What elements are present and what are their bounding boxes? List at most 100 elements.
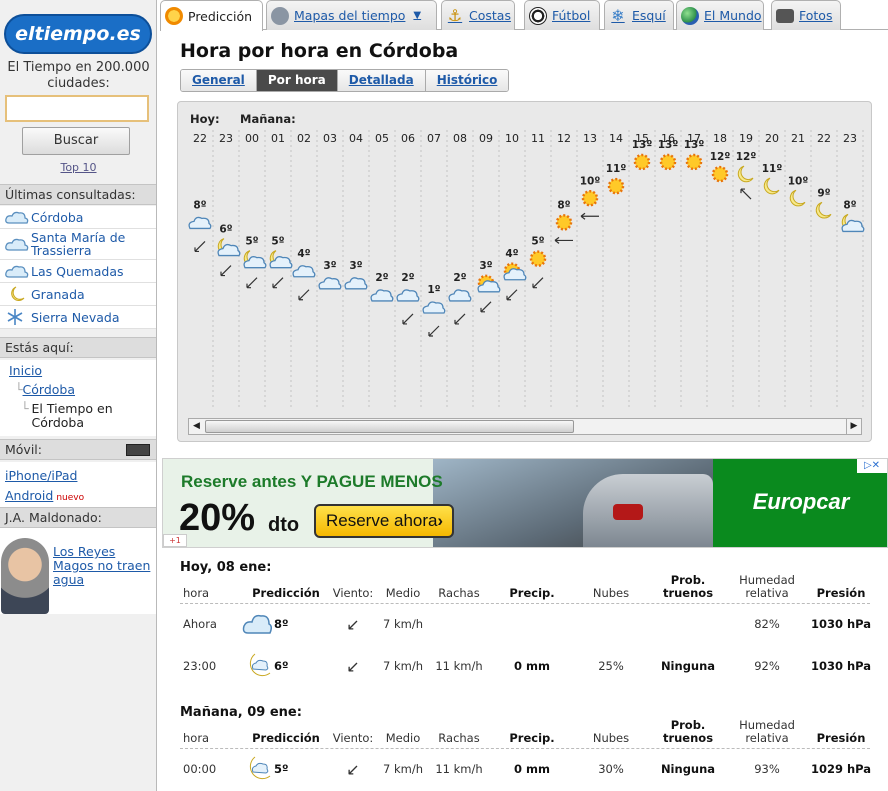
col-rachas: Rachas (438, 731, 480, 745)
temperature-label: 9º (817, 187, 830, 199)
site-logo[interactable]: eltiempo.es (4, 14, 152, 54)
camera-icon (776, 8, 794, 23)
cell-rachas: 11 km/h (435, 762, 483, 776)
wind-arrow-icon (554, 236, 573, 244)
ad-plus-one[interactable]: +1 (163, 534, 187, 547)
cell-hora: 00:00 (183, 762, 217, 776)
satellite-icon (271, 6, 289, 25)
col-prediccion: Predicción (252, 731, 320, 745)
subtab-general[interactable]: General (181, 70, 257, 91)
subtab-por-hora[interactable]: Por hora (256, 70, 338, 91)
cloud-icon (448, 289, 472, 302)
chevron-right-icon: › (437, 511, 443, 530)
hour-tick-label: 20 (765, 132, 779, 145)
view-subtabs: General Por hora Detallada Histórico (180, 69, 510, 92)
col-hora: hora (183, 586, 210, 600)
mobile-heading: Móvil: (0, 439, 156, 460)
cloud-icon (292, 265, 316, 278)
recent-item-cordoba[interactable]: Córdoba (0, 206, 156, 229)
recent-list: Córdoba Santa María de Trassierra Las Qu… (0, 206, 156, 329)
col-truenos: Prob. truenos (662, 573, 714, 600)
search-button[interactable]: Buscar (22, 127, 130, 155)
tab-prediccion[interactable]: Predicción (160, 0, 263, 31)
scroll-left-arrow[interactable]: ◀ (189, 419, 204, 434)
tab-el-mundo[interactable]: El Mundo (676, 0, 764, 30)
subtab-historico[interactable]: Histórico (425, 70, 509, 91)
col-precip: Precip. (509, 731, 555, 745)
temperature-label: 5º (245, 236, 258, 248)
mobile-phone-icon (126, 444, 150, 456)
wind-arrow-icon (298, 289, 310, 301)
today-title: Hoy, 08 ene: (180, 560, 272, 575)
temperature-label: 2º (375, 272, 388, 284)
author-heading: J.A. Maldonado: (0, 507, 156, 528)
temperature-label: 4º (505, 248, 518, 260)
temperature-label: 12º (710, 151, 731, 163)
recent-item-label: Córdoba (31, 209, 84, 225)
tab-costas[interactable]: ⚓ Costas (441, 0, 515, 30)
recent-item-las-quemadas[interactable]: Las Quemadas (0, 260, 156, 283)
scroll-thumb[interactable] (205, 420, 574, 433)
tab-mapas[interactable]: Mapas del tiempo ▼ (266, 0, 437, 30)
android-link[interactable]: Android (5, 488, 53, 503)
author-photo[interactable] (1, 538, 49, 614)
recent-item-sierra-nevada[interactable]: Sierra Nevada (0, 306, 156, 329)
city-search-input[interactable] (5, 95, 149, 122)
wind-arrow-icon (480, 301, 492, 313)
cell-precip: 0 mm (514, 659, 550, 673)
cell-presion: 1030 hPa (810, 659, 872, 673)
cloud-icon (5, 262, 31, 280)
ad-percent: 20% (179, 497, 256, 539)
col-precip: Precip. (509, 586, 555, 600)
ad-close-icon[interactable]: ▷✕ (857, 459, 887, 473)
tomorrow-title: Mañana, 09 ene: (180, 705, 302, 720)
subtab-detallada[interactable]: Detallada (337, 70, 426, 91)
recent-item-label: Las Quemadas (31, 263, 124, 279)
cell-hora: Ahora (183, 617, 217, 631)
ad-cta-button[interactable]: Reserve ahora › (314, 504, 454, 538)
table-header: hora Predicción Viento: Medio Rachas Pre… (180, 719, 870, 749)
wind-arrow-icon: ↙ (346, 657, 360, 676)
col-viento: Viento: (332, 586, 374, 600)
page-title: Hora por hora en Córdoba (180, 40, 459, 62)
temperature-label: 13º (658, 139, 679, 151)
cell-medio: 7 km/h (383, 659, 423, 673)
tab-label: Mapas del tiempo (294, 8, 406, 23)
ad-cta-label: Reserve ahora (326, 511, 438, 530)
moon-icon (737, 165, 754, 183)
temperature-label: 11º (606, 163, 627, 175)
tab-esqui[interactable]: ❄ Esquí (604, 0, 674, 30)
top10-link[interactable]: Top 10 (0, 161, 157, 174)
ad-banner[interactable]: Reserve antes Y PAGUE MENOS 20% dto Rese… (162, 458, 888, 548)
recent-item-santa-maria[interactable]: Santa María de Trassierra (0, 229, 156, 260)
col-medio: Medio (385, 731, 421, 745)
sun-icon (165, 7, 183, 25)
col-hora: hora (183, 731, 210, 745)
hour-tick-label: 09 (479, 132, 493, 145)
breadcrumb-cordoba[interactable]: Córdoba (23, 382, 75, 397)
tomorrow-table: hora Predicción Viento: Medio Rachas Pre… (180, 719, 871, 791)
tab-futbol[interactable]: Fútbol (524, 0, 600, 30)
iphone-link[interactable]: iPhone/iPad (5, 468, 77, 483)
recent-item-granada[interactable]: Granada (0, 283, 156, 306)
hour-tick-label: 23 (219, 132, 233, 145)
temperature-label: 1º (427, 284, 440, 296)
tab-fotos[interactable]: Fotos (771, 0, 841, 30)
chevron-down-icon[interactable]: ▼ (413, 10, 421, 21)
chart-scrollbar[interactable]: ◀ ▶ (188, 418, 862, 435)
cell-rachas: 11 km/h (435, 659, 483, 673)
col-medio: Medio (385, 586, 421, 600)
col-humedad: Humedad relativa (739, 573, 795, 600)
sun-icon (711, 165, 729, 183)
tab-label: Fotos (799, 8, 833, 23)
breadcrumb-inicio[interactable]: Inicio (9, 363, 42, 378)
wind-arrow-icon: ↙ (346, 760, 360, 779)
tab-label: Fútbol (552, 8, 591, 23)
scroll-right-arrow[interactable]: ▶ (846, 419, 861, 434)
anchor-icon: ⚓ (447, 5, 463, 25)
author-article-link[interactable]: Los Reyes Magos no traen agua (53, 545, 155, 587)
wind-arrow-icon (428, 325, 440, 337)
sun-icon (581, 190, 599, 207)
recent-item-label: Santa María de Trassierra (31, 230, 126, 258)
day-label-manana: Mañana: (240, 112, 296, 126)
